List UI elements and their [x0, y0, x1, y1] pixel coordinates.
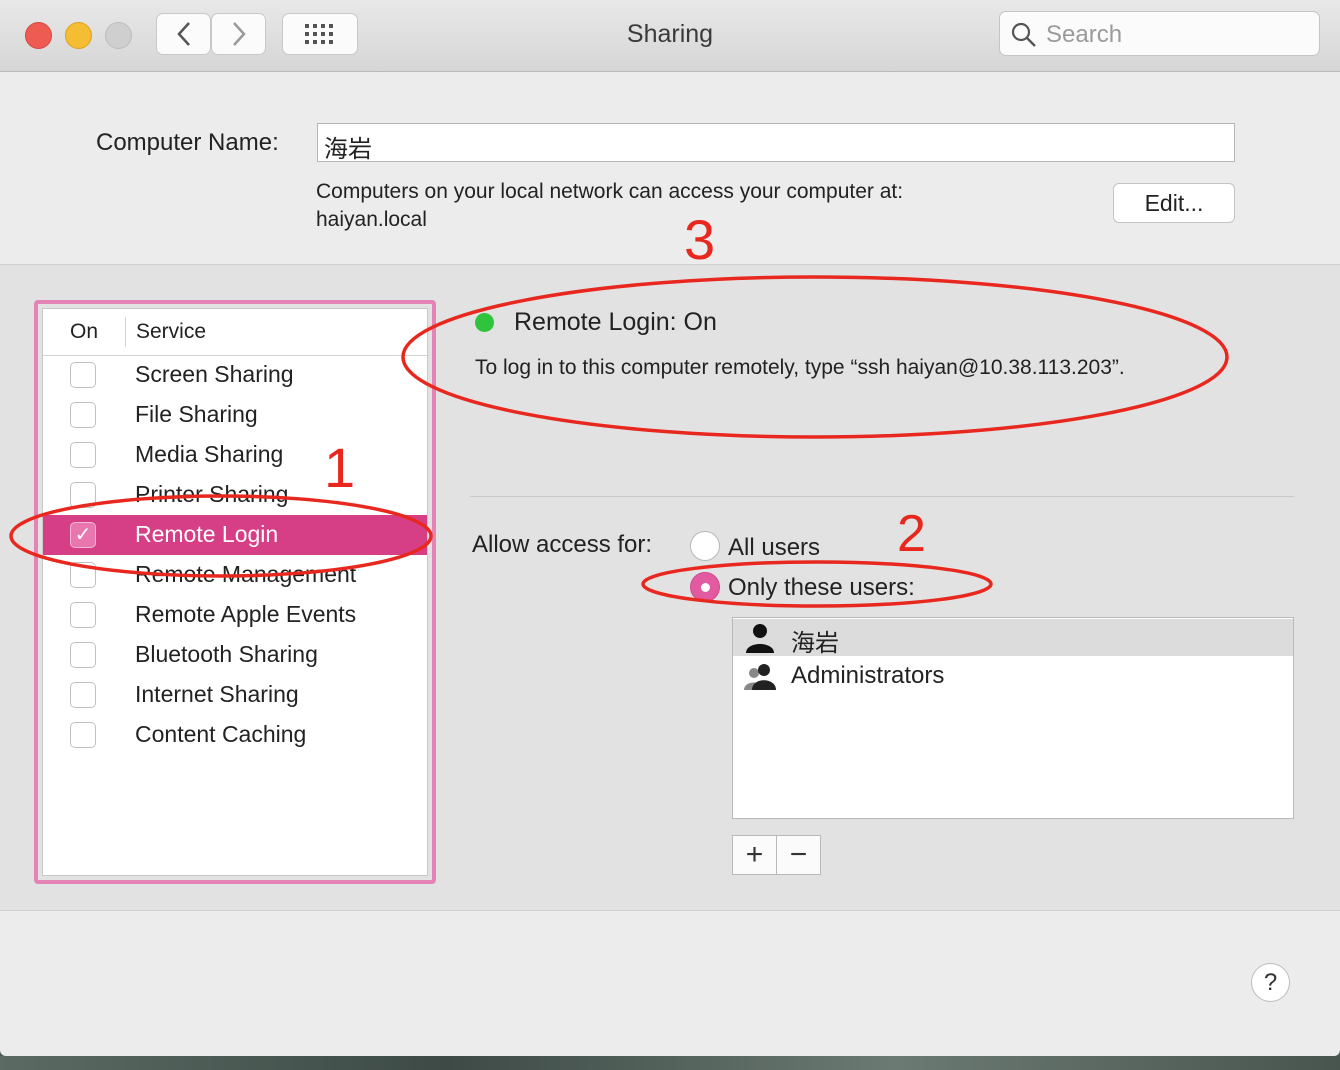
column-header-service[interactable]: Service: [136, 320, 206, 344]
add-user-button[interactable]: +: [733, 836, 777, 874]
service-row[interactable]: File Sharing: [43, 395, 427, 435]
service-checkbox[interactable]: [70, 482, 96, 508]
radio-selected-dot: [701, 583, 710, 592]
service-row[interactable]: Screen Sharing: [43, 355, 427, 395]
service-label: Printer Sharing: [135, 481, 289, 507]
service-label: Remote Management: [135, 561, 357, 587]
chevron-left-icon: [176, 22, 190, 46]
service-label: Internet Sharing: [135, 681, 299, 707]
user-name: Administrators: [791, 662, 945, 689]
user-row[interactable]: Administrators: [733, 658, 1293, 695]
service-checkbox[interactable]: ✓: [70, 522, 96, 548]
radio-all-users-label[interactable]: All users: [728, 534, 820, 562]
user-icon: [746, 624, 774, 653]
column-divider: [125, 317, 126, 347]
service-row[interactable]: Media Sharing: [43, 435, 427, 475]
service-label: Screen Sharing: [135, 361, 294, 387]
service-checkbox[interactable]: [70, 562, 96, 588]
grid-icon: [305, 24, 333, 44]
search-icon: [1011, 22, 1036, 47]
section-divider: [470, 496, 1294, 497]
service-label: Content Caching: [135, 721, 307, 747]
network-access-line: Computers on your local network can acce…: [316, 180, 904, 203]
user-name: 海岩: [791, 630, 839, 657]
column-header-on[interactable]: On: [70, 320, 98, 344]
add-remove-control: + −: [732, 835, 821, 875]
remove-user-button[interactable]: −: [777, 836, 820, 874]
service-label: Remote Apple Events: [135, 601, 357, 627]
radio-only-these-users[interactable]: [690, 572, 720, 602]
search-placeholder: Search: [1046, 21, 1123, 48]
service-checkbox[interactable]: [70, 642, 96, 668]
service-row[interactable]: ✓ Remote Login: [43, 515, 427, 555]
service-list-header: On Service: [43, 309, 429, 356]
service-label: File Sharing: [135, 401, 258, 427]
desktop-background: [0, 1056, 1340, 1070]
service-row[interactable]: Bluetooth Sharing: [43, 635, 427, 675]
users-list[interactable]: 海岩 Administrators: [732, 617, 1294, 819]
minimize-button[interactable]: [65, 22, 92, 49]
service-row[interactable]: Remote Management: [43, 555, 427, 595]
service-list[interactable]: On Service Screen Sharing File Sharing Med…: [42, 308, 429, 876]
back-button[interactable]: [156, 13, 211, 55]
show-all-button[interactable]: [282, 13, 358, 55]
radio-all-users[interactable]: [690, 531, 720, 561]
user-row[interactable]: 海岩: [733, 619, 1293, 657]
service-label: Media Sharing: [135, 441, 284, 467]
allow-access-label: Allow access for:: [472, 531, 653, 558]
edit-button[interactable]: Edit...: [1113, 183, 1235, 223]
service-checkbox[interactable]: [70, 722, 96, 748]
status-indicator-icon: [475, 313, 494, 332]
local-hostname: haiyan.local: [316, 208, 427, 231]
service-label: Remote Login: [135, 521, 279, 547]
service-row[interactable]: Content Caching: [43, 715, 427, 755]
window-title: Sharing: [626, 20, 714, 48]
service-checkbox[interactable]: [70, 362, 96, 388]
status-description: To log in to this computer remotely, typ…: [475, 356, 1125, 379]
service-checkbox[interactable]: [70, 602, 96, 628]
service-row[interactable]: Internet Sharing: [43, 675, 427, 715]
service-checkbox[interactable]: [70, 442, 96, 468]
computer-name-field[interactable]: 海岩: [317, 123, 1235, 163]
computer-name-label: Computer Name:: [96, 129, 279, 156]
service-row[interactable]: Remote Apple Events: [43, 595, 427, 635]
group-icon: [744, 664, 776, 690]
service-label: Bluetooth Sharing: [135, 641, 318, 667]
help-button[interactable]: ?: [1251, 963, 1290, 1002]
search-field[interactable]: Search: [999, 11, 1320, 56]
chevron-right-icon: [232, 22, 246, 46]
service-checkbox[interactable]: [70, 682, 96, 708]
service-checkbox[interactable]: [70, 402, 96, 428]
title-bar: Sharing Search: [0, 0, 1340, 72]
service-row[interactable]: Printer Sharing: [43, 475, 427, 515]
sharing-window: Sharing Search Computer Name: 海岩 Compute…: [0, 0, 1340, 1056]
service-rows: Screen Sharing File Sharing Media Sharing P…: [43, 355, 427, 875]
zoom-button[interactable]: [105, 22, 132, 49]
status-title: Remote Login: On: [514, 308, 717, 336]
network-access-info: Computers on your local network can acce…: [316, 178, 903, 234]
radio-only-these-users-label[interactable]: Only these users:: [728, 574, 915, 602]
close-button[interactable]: [25, 22, 52, 49]
forward-button[interactable]: [211, 13, 266, 55]
